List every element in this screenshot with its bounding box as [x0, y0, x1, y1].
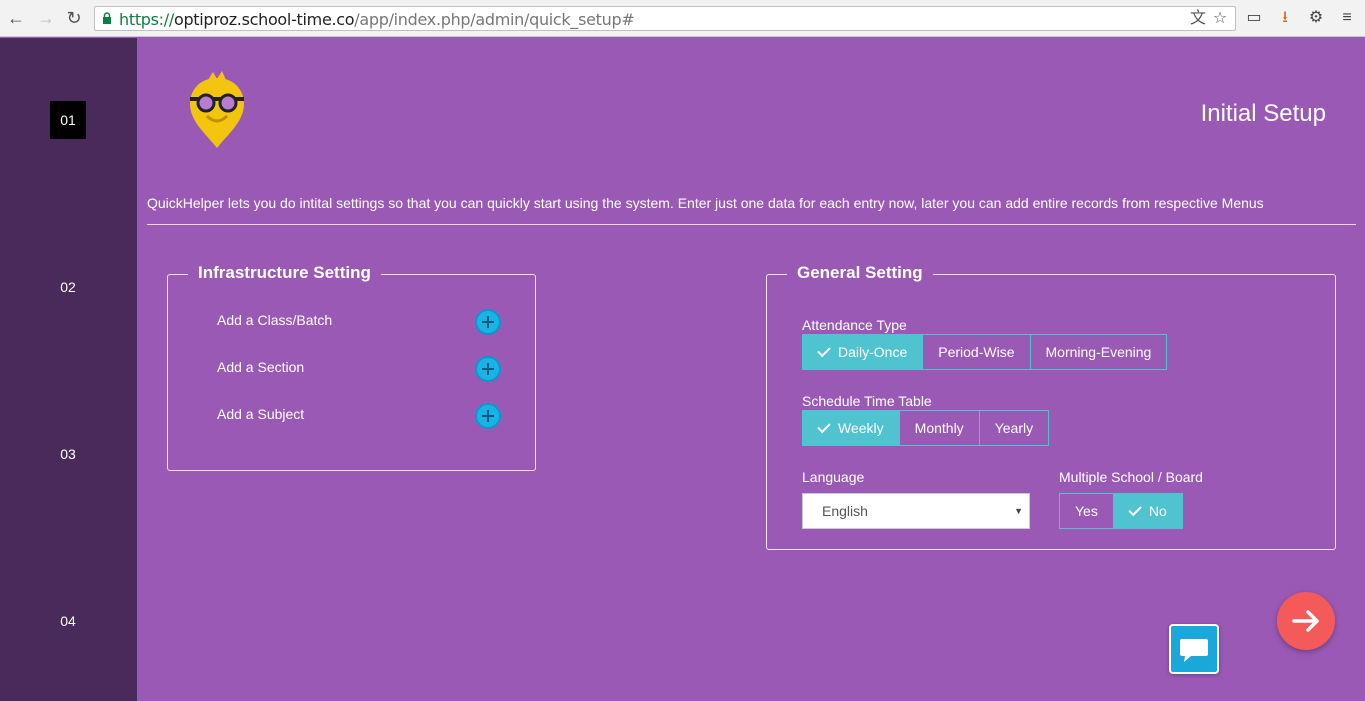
- download-icon[interactable]: ⭳: [1274, 8, 1296, 28]
- address-bar[interactable]: https://optiproz.school-time.co/app/inde…: [94, 6, 1236, 31]
- schedule-timetable-label: Schedule Time Table: [802, 393, 932, 409]
- attendance-type-label: Attendance Type: [802, 317, 907, 333]
- add-class-label: Add a Class/Batch: [217, 312, 333, 328]
- check-icon: [1128, 502, 1142, 516]
- general-panel: General Setting Attendance Type Daily-On…: [766, 263, 1336, 550]
- check-icon: [817, 343, 831, 357]
- add-section-label: Add a Section: [217, 359, 305, 375]
- step-03[interactable]: 03: [50, 435, 86, 473]
- add-subject-label: Add a Subject: [217, 406, 305, 422]
- arrow-right-icon: [1292, 610, 1319, 632]
- language-value: English: [822, 503, 868, 519]
- language-label: Language: [802, 469, 865, 485]
- school-time-logo: [190, 71, 244, 148]
- check-icon: [817, 419, 831, 433]
- page-title: Initial Setup: [1200, 100, 1326, 127]
- schedule-timetable-group: Weekly Monthly Yearly: [802, 410, 1050, 446]
- menu-icon[interactable]: ≡: [1336, 8, 1358, 28]
- timetable-yearly-button[interactable]: Yearly: [980, 411, 1048, 445]
- multiple-school-group: Yes No: [1059, 493, 1183, 529]
- chat-bubble-icon: [1180, 639, 1208, 662]
- multiple-school-yes-button[interactable]: Yes: [1060, 494, 1114, 528]
- multiple-school-label: Multiple School / Board: [1059, 469, 1203, 485]
- add-subject-plus-icon[interactable]: [475, 403, 501, 429]
- back-arrow-icon[interactable]: ←: [6, 8, 26, 28]
- step-02[interactable]: 02: [50, 268, 86, 306]
- forward-arrow-icon[interactable]: →: [36, 8, 56, 28]
- timetable-weekly-button[interactable]: Weekly: [803, 411, 900, 445]
- cast-icon[interactable]: ▭: [1243, 8, 1265, 28]
- dropdown-caret-icon: ▼: [1014, 506, 1023, 516]
- multiple-school-no-button[interactable]: No: [1113, 494, 1182, 528]
- step-01[interactable]: 01: [50, 101, 86, 139]
- browser-toolbar: ← → ↻ https://optiproz.school-time.co/ap…: [0, 0, 1365, 37]
- step-04[interactable]: 04: [50, 602, 86, 640]
- attendance-morning-evening-button[interactable]: Morning-Evening: [1031, 335, 1167, 369]
- language-select[interactable]: English ▼: [802, 493, 1030, 529]
- attendance-period-wise-button[interactable]: Period-Wise: [923, 335, 1031, 369]
- intro-text: QuickHelper lets you do intital settings…: [147, 195, 1264, 211]
- bookmark-star-icon[interactable]: ☆: [1211, 10, 1229, 28]
- infrastructure-panel: Infrastructure Setting Add a Class/Batch…: [167, 263, 536, 471]
- infrastructure-legend: Infrastructure Setting: [188, 263, 381, 283]
- timetable-monthly-button[interactable]: Monthly: [900, 411, 980, 445]
- settings-gear-icon[interactable]: ⚙: [1305, 8, 1327, 28]
- next-step-button[interactable]: [1277, 592, 1335, 650]
- attendance-type-group: Daily-Once Period-Wise Morning-Evening: [802, 334, 1168, 370]
- translate-icon[interactable]: 文: [1189, 10, 1207, 28]
- general-legend: General Setting: [787, 263, 933, 283]
- add-section-plus-icon[interactable]: [475, 356, 501, 382]
- attendance-daily-once-button[interactable]: Daily-Once: [803, 335, 924, 369]
- divider: [147, 224, 1356, 225]
- url-text: https://optiproz.school-time.co/app/inde…: [119, 10, 635, 29]
- step-rail: 01 02 03 04: [0, 38, 137, 701]
- lock-icon: [103, 12, 111, 24]
- reload-icon[interactable]: ↻: [64, 8, 84, 28]
- chat-button[interactable]: [1169, 624, 1219, 674]
- add-class-plus-icon[interactable]: [475, 309, 501, 335]
